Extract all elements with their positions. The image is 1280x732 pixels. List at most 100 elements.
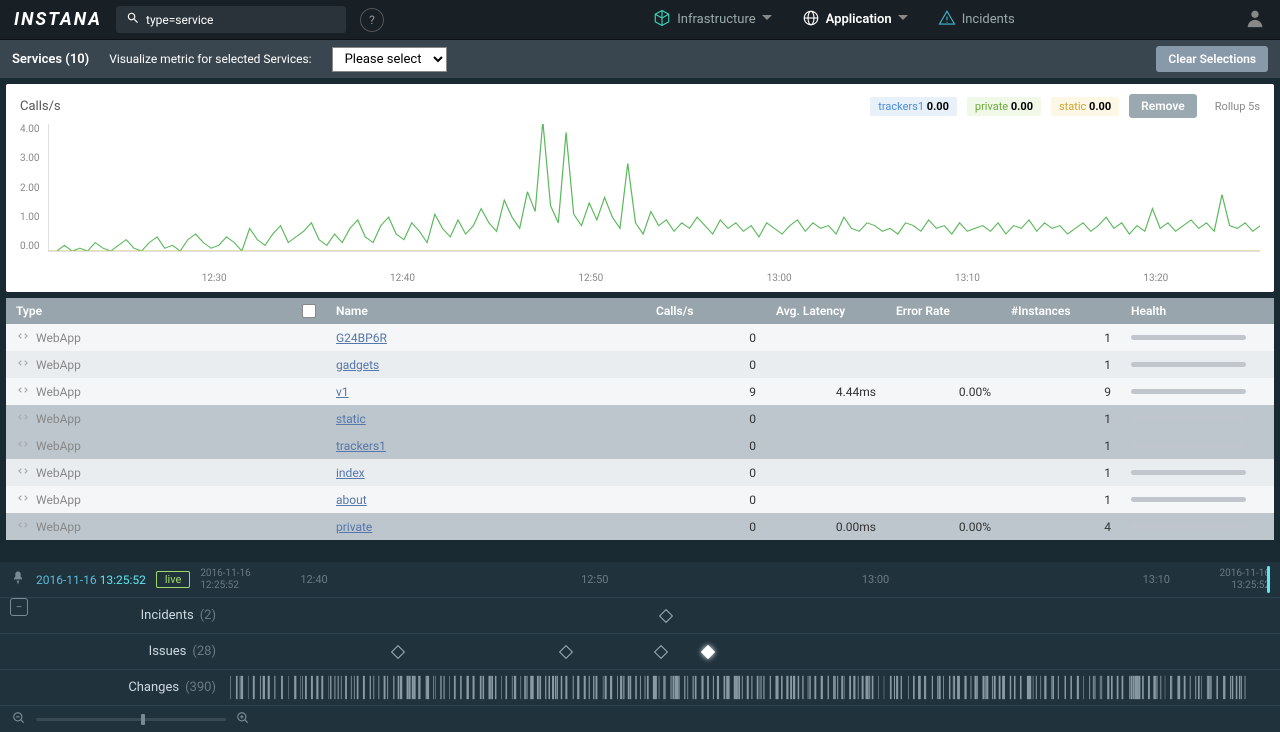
service-link[interactable]: gadgets <box>336 358 379 372</box>
services-table: Type Name Calls/s Avg. Latency Error Rat… <box>6 298 1274 540</box>
table-row[interactable]: WebAppprivate00.00ms0.00%4 <box>6 513 1274 540</box>
search-text: type=service <box>146 13 213 27</box>
track-issues: Issues (28) <box>0 634 1280 670</box>
top-nav: INSTANA type=service ? Infrastructure Ap… <box>0 0 1280 40</box>
time-ruler[interactable]: 2016-11-16 13:25:52 live 2016-11-1612:25… <box>0 562 1280 598</box>
remove-button[interactable]: Remove <box>1129 94 1197 118</box>
issue-marker[interactable] <box>701 644 715 658</box>
service-link[interactable]: static <box>336 412 366 426</box>
cell-calls: 0 <box>646 358 766 372</box>
cell-type: WebApp <box>6 329 326 346</box>
cell-instances: 1 <box>1001 466 1121 480</box>
nav-incidents[interactable]: Incidents <box>938 9 1015 31</box>
pin-icon[interactable] <box>10 570 26 589</box>
service-link[interactable]: index <box>336 466 365 480</box>
legend-static[interactable]: static 0.00 <box>1051 97 1119 116</box>
cell-latency: 0.00ms <box>766 520 886 534</box>
track-incidents: Incidents (2) <box>0 598 1280 634</box>
code-icon <box>16 356 30 373</box>
cell-calls: 9 <box>646 385 766 399</box>
search-input[interactable]: type=service <box>116 6 346 33</box>
ruler-ticks: 12:40 12:50 13:00 13:10 <box>280 573 1190 586</box>
nav-infrastructure[interactable]: Infrastructure <box>653 9 771 31</box>
table-row[interactable]: WebAppstatic01 <box>6 405 1274 432</box>
legend-private[interactable]: private 0.00 <box>967 97 1041 116</box>
code-icon <box>16 491 30 508</box>
live-badge[interactable]: live <box>156 571 190 588</box>
cell-instances: 1 <box>1001 331 1121 345</box>
chart-x-axis: 12:30 12:40 12:50 13:00 13:10 13:20 <box>20 269 1260 284</box>
service-link[interactable]: trackers1 <box>336 439 386 453</box>
code-icon <box>16 518 30 535</box>
cell-error: 0.00% <box>886 520 1001 534</box>
collapse-tracks-button[interactable]: − <box>10 598 28 616</box>
nav-application[interactable]: Application <box>802 9 908 31</box>
zoom-slider[interactable] <box>36 718 226 721</box>
cell-error: 0.00% <box>886 385 1001 399</box>
zoom-handle[interactable] <box>141 714 145 725</box>
cell-type: WebApp <box>6 518 326 535</box>
issue-marker[interactable] <box>391 644 405 658</box>
cell-latency: 4.44ms <box>766 385 886 399</box>
legend-trackers1[interactable]: trackers1 0.00 <box>870 97 957 116</box>
cell-health <box>1121 497 1256 502</box>
cell-health <box>1121 389 1256 394</box>
zoom-in-icon[interactable] <box>236 711 250 728</box>
service-link[interactable]: private <box>336 520 372 534</box>
service-link[interactable]: about <box>336 493 367 507</box>
metric-select[interactable]: Please select <box>332 47 447 72</box>
cell-type: WebApp <box>6 356 326 373</box>
incident-marker[interactable] <box>659 608 673 622</box>
table-row[interactable]: WebApp gadgets 0 1 <box>6 351 1274 378</box>
cell-instances: 1 <box>1001 439 1121 453</box>
cell-type: WebApp <box>6 491 326 508</box>
cell-instances: 1 <box>1001 493 1121 507</box>
code-icon <box>16 410 30 427</box>
cell-calls: 0 <box>646 466 766 480</box>
cell-health <box>1121 443 1256 448</box>
current-timestamp[interactable]: 2016-11-16 13:25:52 <box>36 573 146 587</box>
clear-selections-button[interactable]: Clear Selections <box>1156 46 1268 72</box>
chart-plot[interactable] <box>48 124 1261 252</box>
select-all-checkbox[interactable] <box>302 304 316 318</box>
rollup-label: Rollup 5s <box>1215 100 1260 113</box>
code-icon <box>16 383 30 400</box>
cube-icon <box>653 9 671 31</box>
chevron-down-icon <box>762 12 772 27</box>
service-link[interactable]: v1 <box>336 385 349 399</box>
cell-calls: 0 <box>646 412 766 426</box>
chevron-down-icon <box>898 12 908 27</box>
cell-instances: 1 <box>1001 358 1121 372</box>
globe-icon <box>802 9 820 31</box>
cell-instances: 1 <box>1001 412 1121 426</box>
table-row[interactable]: WebAppabout01 <box>6 486 1274 513</box>
cell-type: WebApp <box>6 383 326 400</box>
table-row[interactable]: WebAppindex01 <box>6 459 1274 486</box>
cell-health <box>1121 470 1256 475</box>
cell-health <box>1121 524 1256 529</box>
logo: INSTANA <box>14 9 102 30</box>
cell-calls: 0 <box>646 439 766 453</box>
chart-y-axis: 4.00 3.00 2.00 1.00 0.00 <box>20 124 48 252</box>
alert-icon <box>938 9 956 31</box>
zoom-bar <box>0 706 1280 732</box>
issue-marker[interactable] <box>653 644 667 658</box>
issue-marker[interactable] <box>559 644 573 658</box>
table-row[interactable]: WebAppG24BP6R01 <box>6 324 1274 351</box>
table-row[interactable]: WebAppv194.44ms0.00%9 <box>6 378 1274 405</box>
help-icon[interactable]: ? <box>360 8 384 32</box>
now-marker[interactable] <box>1267 566 1270 593</box>
track-changes: Changes (390) <box>0 670 1280 706</box>
range-start: 2016-11-1612:25:52 <box>200 568 280 592</box>
service-link[interactable]: G24BP6R <box>336 331 387 345</box>
code-icon <box>16 464 30 481</box>
user-icon[interactable] <box>1244 7 1266 32</box>
table-row[interactable]: WebApptrackers101 <box>6 432 1274 459</box>
search-icon <box>126 11 140 28</box>
metric-label: Visualize metric for selected Services: <box>109 52 311 66</box>
code-icon <box>16 437 30 454</box>
cell-instances: 9 <box>1001 385 1121 399</box>
cell-instances: 4 <box>1001 520 1121 534</box>
cell-health <box>1121 416 1256 421</box>
zoom-out-icon[interactable] <box>12 711 26 728</box>
